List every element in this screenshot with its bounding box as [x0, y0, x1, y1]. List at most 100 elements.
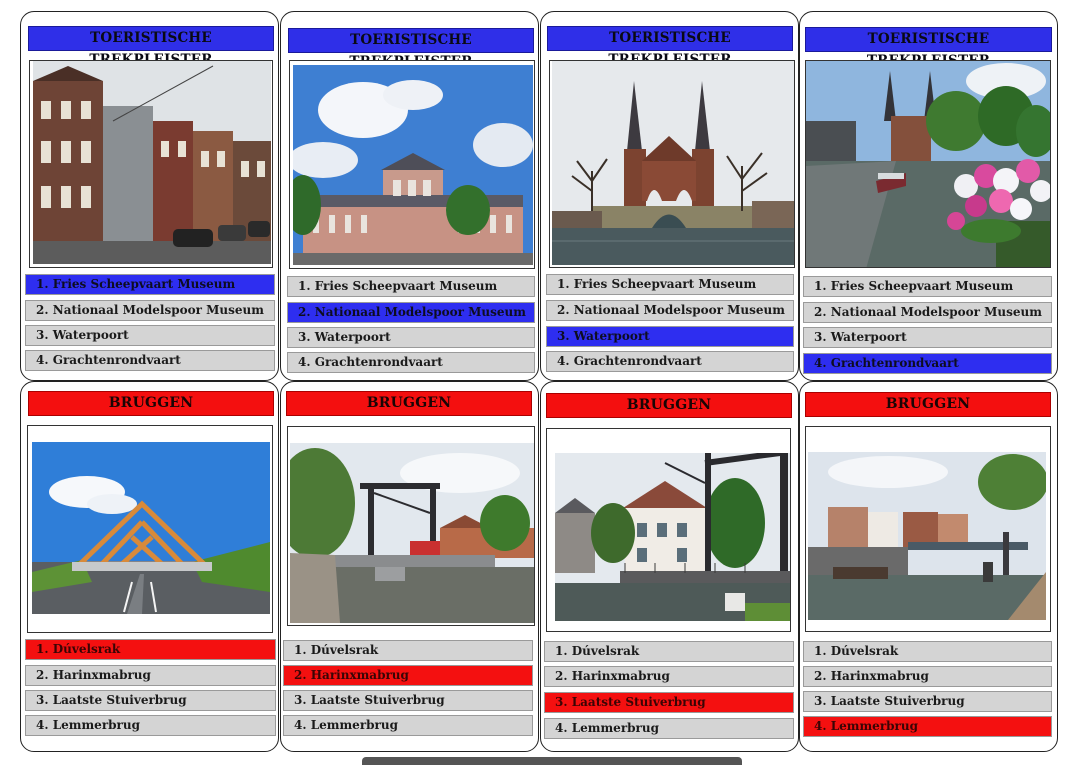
option-4[interactable]: 4. Lemmerbrug [544, 718, 794, 739]
option-1[interactable]: 1. Dúvelsrak [25, 639, 276, 660]
option-number: 2. [555, 669, 572, 683]
option-3[interactable]: 3. Laatste Stuiverbrug [25, 690, 276, 711]
option-label: Fries Scheepvaart Museum [830, 279, 1014, 293]
option-3[interactable]: 3. Waterpoort [546, 326, 794, 347]
option-4[interactable]: 4. Grachtenrondvaart [803, 353, 1052, 374]
card-header: TOERISTISCHE TREKPLEISTER [288, 28, 534, 70]
option-2[interactable]: 2. Harinxmabrug [25, 665, 276, 686]
option-label: Harinxmabrug [310, 668, 409, 682]
option-1[interactable]: 1. Fries Scheepvaart Museum [287, 276, 535, 297]
bridge-card-4: BRUGGEN 1. Dúvelsrak 2. Harinxmabrug 3. … [799, 381, 1058, 752]
option-number: 1. [814, 644, 831, 658]
option-number: 3. [814, 330, 831, 344]
attraction-card-1: TOERISTISCHE TREKPLEISTER [20, 11, 279, 381]
option-label: Waterpoort [830, 330, 907, 344]
photo-frame [287, 426, 535, 626]
option-number: 2. [294, 668, 311, 682]
option-label: Laatste Stuiverbrug [830, 694, 965, 708]
option-number: 2. [814, 305, 831, 319]
option-3[interactable]: 3. Waterpoort [803, 327, 1052, 348]
option-2[interactable]: 2. Nationaal Modelspoor Museum [803, 302, 1052, 323]
option-label: Harinxmabrug [571, 669, 670, 683]
option-3[interactable]: 3. Laatste Stuiverbrug [283, 690, 533, 711]
option-label: Dúvelsrak [830, 644, 899, 658]
option-4[interactable]: 4. Grachtenrondvaart [25, 350, 275, 371]
option-label: Grachtenrondvaart [314, 355, 443, 369]
page-toolbar[interactable] [362, 757, 742, 765]
attraction-card-3: TOERISTISCHE TREKPLEISTER [540, 11, 799, 381]
option-label: Fries Scheepvaart Museum [573, 277, 757, 291]
card-header: TOERISTISCHE TREKPLEISTER [28, 26, 274, 68]
option-2[interactable]: 2. Nationaal Modelspoor Museum [287, 302, 535, 323]
option-label: Lemmerbrug [310, 718, 398, 732]
option-4[interactable]: 4. Grachtenrondvaart [546, 351, 794, 372]
option-label: Waterpoort [314, 330, 391, 344]
option-1[interactable]: 1. Dúvelsrak [803, 641, 1052, 662]
museum-street-photo [33, 61, 271, 264]
option-3[interactable]: 3. Laatste Stuiverbrug [803, 691, 1052, 712]
bridge-card-1: BRUGGEN 1. Dúvelsrak 2. Harinxmabrug 3. … [20, 381, 279, 752]
option-number: 3. [36, 328, 53, 342]
option-3[interactable]: 3. Waterpoort [287, 327, 535, 348]
option-4[interactable]: 4. Lemmerbrug [25, 715, 276, 736]
option-number: 3. [298, 330, 315, 344]
option-4[interactable]: 4. Lemmerbrug [803, 716, 1052, 737]
option-1[interactable]: 1. Fries Scheepvaart Museum [803, 276, 1052, 297]
option-label: Nationaal Modelspoor Museum [52, 303, 264, 317]
option-2[interactable]: 2. Harinxmabrug [803, 666, 1052, 687]
wooden-arch-bridge-photo [32, 442, 270, 614]
option-1[interactable]: 1. Fries Scheepvaart Museum [25, 274, 275, 295]
card-header: TOERISTISCHE TREKPLEISTER [547, 26, 793, 68]
option-label: Nationaal Modelspoor Museum [314, 305, 526, 319]
option-3[interactable]: 3. Waterpoort [25, 325, 275, 346]
option-number: 4. [557, 354, 574, 368]
option-label: Harinxmabrug [52, 668, 151, 682]
option-number: 4. [555, 721, 572, 735]
option-label: Lemmerbrug [830, 719, 918, 733]
option-label: Harinxmabrug [830, 669, 929, 683]
option-label: Waterpoort [52, 328, 129, 342]
option-2[interactable]: 2. Nationaal Modelspoor Museum [546, 300, 794, 321]
option-number: 4. [36, 718, 53, 732]
option-2[interactable]: 2. Harinxmabrug [544, 666, 794, 687]
option-number: 1. [555, 644, 572, 658]
option-number: 2. [298, 305, 315, 319]
option-label: Lemmerbrug [571, 721, 659, 735]
option-label: Dúvelsrak [310, 643, 379, 657]
option-label: Waterpoort [573, 329, 650, 343]
option-label: Grachtenrondvaart [830, 356, 959, 370]
option-number: 2. [36, 303, 53, 317]
option-number: 1. [294, 643, 311, 657]
option-label: Fries Scheepvaart Museum [52, 277, 236, 291]
waterpoort-gate-photo [552, 61, 794, 265]
option-number: 4. [294, 718, 311, 732]
attraction-card-4: TOERISTISCHE TREKPLEISTER [799, 11, 1058, 381]
option-number: 2. [36, 668, 53, 682]
bridge-card-2: BRUGGEN 1. Dúvelsrak 2. Harinxmabrug 3. … [280, 381, 539, 752]
option-label: Nationaal Modelspoor Museum [573, 303, 785, 317]
option-1[interactable]: 1. Dúvelsrak [544, 641, 794, 662]
option-1[interactable]: 1. Dúvelsrak [283, 640, 533, 661]
option-number: 3. [555, 695, 572, 709]
option-4[interactable]: 4. Lemmerbrug [283, 715, 533, 736]
option-4[interactable]: 4. Grachtenrondvaart [287, 352, 535, 373]
card-header: BRUGGEN [286, 391, 532, 416]
option-1[interactable]: 1. Fries Scheepvaart Museum [546, 274, 794, 295]
photo-frame [289, 60, 535, 269]
photo-frame [805, 60, 1051, 268]
option-2[interactable]: 2. Nationaal Modelspoor Museum [25, 300, 275, 321]
option-3[interactable]: 3. Laatste Stuiverbrug [544, 692, 794, 713]
photo-frame [29, 60, 273, 268]
lift-bridge-photo [808, 452, 1046, 620]
option-label: Dúvelsrak [52, 642, 121, 656]
option-number: 1. [36, 642, 53, 656]
canal-boat-tour-photo [806, 61, 1050, 267]
option-number: 1. [298, 279, 315, 293]
option-number: 4. [814, 719, 831, 733]
option-number: 3. [36, 693, 53, 707]
option-number: 1. [814, 279, 831, 293]
option-number: 4. [814, 356, 831, 370]
card-header: BRUGGEN [28, 391, 274, 416]
option-2[interactable]: 2. Harinxmabrug [283, 665, 533, 686]
photo-frame [549, 60, 795, 268]
